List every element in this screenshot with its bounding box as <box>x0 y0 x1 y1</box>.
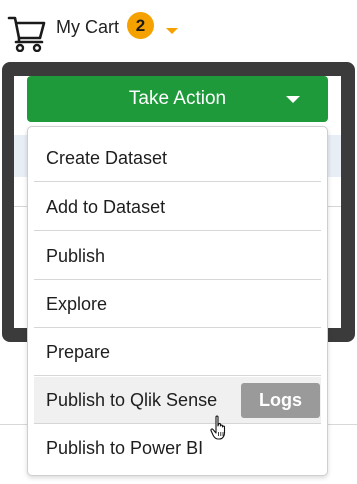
menu-item-create-dataset[interactable]: Create Dataset <box>34 135 321 182</box>
chevron-down-icon <box>286 96 300 103</box>
cart-dropdown-caret-icon[interactable] <box>166 28 178 34</box>
cart-header: My Cart 2 <box>0 0 357 58</box>
menu-item-label: Prepare <box>46 342 111 362</box>
take-action-label: Take Action <box>128 88 227 109</box>
hand-pointer-icon <box>210 415 226 440</box>
take-action-button[interactable]: Take Action <box>27 76 328 122</box>
menu-item-label: Publish to Power BI <box>46 438 204 458</box>
menu-item-label: Publish <box>46 246 106 266</box>
menu-item-add-to-dataset[interactable]: Add to Dataset <box>34 184 321 231</box>
menu-item-prepare[interactable]: Prepare <box>34 329 321 376</box>
menu-item-label: Publish to Qlik Sense <box>46 390 218 410</box>
cart-count-badge: 2 <box>127 12 154 39</box>
menu-item-label: Create Dataset <box>46 148 168 168</box>
cart-label[interactable]: My Cart <box>56 15 119 39</box>
logs-button[interactable]: Logs <box>241 383 320 418</box>
menu-item-publish-to-power-bi[interactable]: Publish to Power BI <box>34 425 321 472</box>
menu-item-explore[interactable]: Explore <box>34 281 321 328</box>
menu-item-publish[interactable]: Publish <box>34 233 321 280</box>
shopping-cart-icon[interactable] <box>7 14 47 52</box>
take-action-menu: Create Dataset Add to Dataset Publish Ex… <box>27 126 328 476</box>
menu-item-label: Add to Dataset <box>46 197 166 217</box>
menu-item-publish-to-qlik-sense[interactable]: Publish to Qlik Sense Logs <box>34 377 321 424</box>
menu-item-label: Explore <box>46 294 108 314</box>
